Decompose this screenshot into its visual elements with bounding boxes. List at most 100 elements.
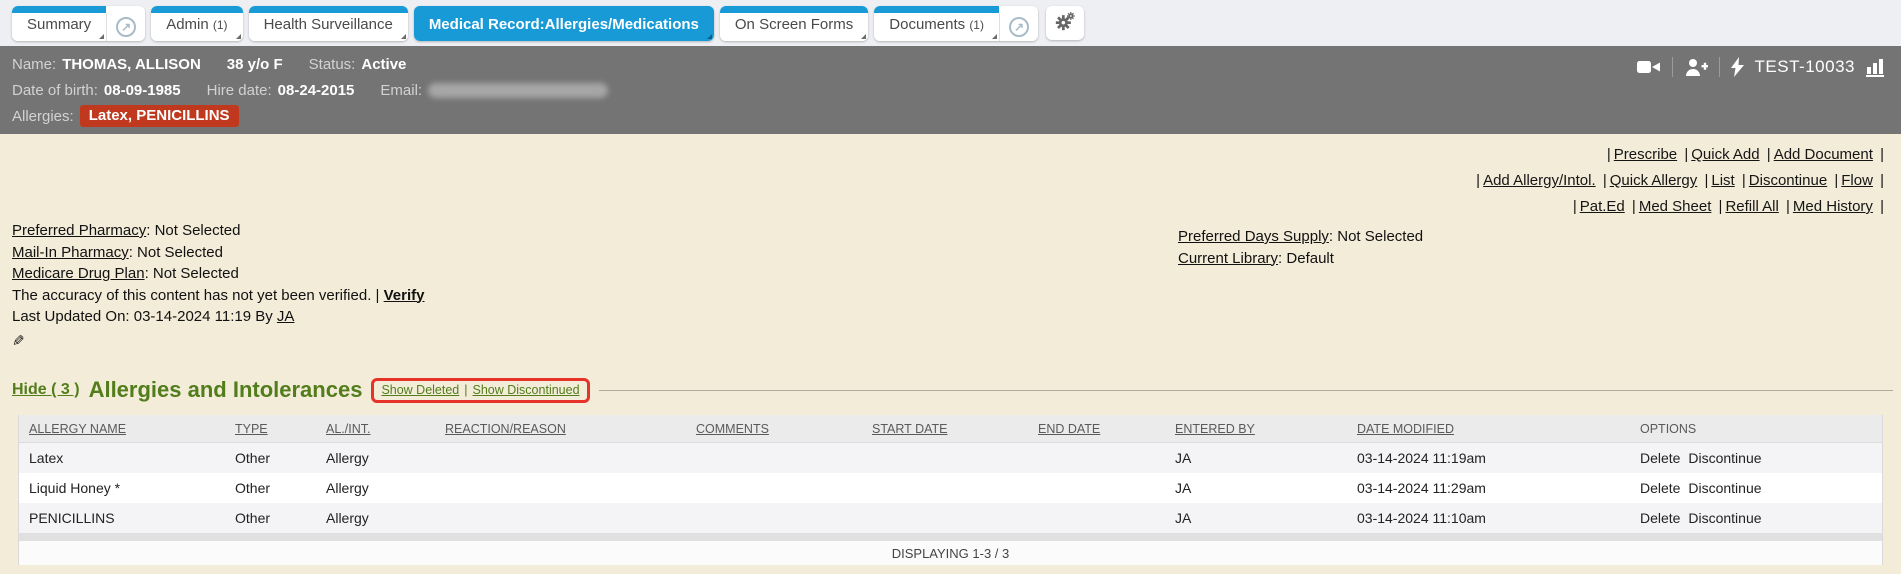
col-type[interactable]: TYPE bbox=[235, 422, 268, 436]
email-redacted-value bbox=[428, 83, 608, 98]
medicare-drug-plan-value: Not Selected bbox=[153, 265, 239, 282]
accuracy-notice: The accuracy of this content has not yet… bbox=[12, 287, 371, 304]
discontinue-option[interactable]: Discontinue bbox=[1688, 510, 1761, 526]
tab-medical-label: Medical Record:Allergies/Medications bbox=[429, 16, 699, 33]
documents-popout-button[interactable]: ↗ bbox=[999, 13, 1038, 41]
col-start-date[interactable]: START DATE bbox=[872, 422, 947, 436]
discontinue-link[interactable]: Discontinue bbox=[1749, 172, 1827, 189]
tab-documents[interactable]: Documents (1) bbox=[874, 6, 999, 41]
summary-popout-button[interactable]: ↗ bbox=[106, 13, 145, 41]
allergy-name-cell: PENICILLINS bbox=[19, 510, 235, 526]
list-link[interactable]: List bbox=[1711, 172, 1734, 189]
preferred-pharmacy-link[interactable]: Preferred Pharmacy bbox=[12, 222, 146, 239]
tab-health-surveillance[interactable]: Health Surveillance bbox=[249, 6, 408, 41]
preferred-pharmacy-row: Preferred Pharmacy: Not Selected bbox=[12, 220, 425, 242]
col-al-int[interactable]: AL./INT. bbox=[326, 422, 370, 436]
med-sheet-link[interactable]: Med Sheet bbox=[1639, 198, 1712, 215]
prescribe-link[interactable]: Prescribe bbox=[1614, 146, 1677, 163]
hide-section-link[interactable]: Hide ( 3 ) bbox=[12, 381, 80, 399]
delete-option[interactable]: Delete bbox=[1640, 510, 1680, 526]
add-document-link[interactable]: Add Document bbox=[1774, 146, 1873, 163]
video-camera-icon[interactable] bbox=[1637, 58, 1661, 76]
last-updated-by-link[interactable]: JA bbox=[277, 308, 295, 325]
quick-allergy-link[interactable]: Quick Allergy bbox=[1610, 172, 1698, 189]
col-entered-by[interactable]: ENTERED BY bbox=[1175, 422, 1255, 436]
table-footer-divider bbox=[19, 533, 1882, 541]
name-label: Name: bbox=[12, 56, 56, 73]
tab-medical-record-allergies-medications[interactable]: Medical Record:Allergies/Medications bbox=[414, 6, 714, 41]
patient-line-2: Date of birth: 08-09-1985 Hire date: 08-… bbox=[12, 77, 1887, 103]
quick-add-link[interactable]: Quick Add bbox=[1691, 146, 1759, 163]
medicare-drug-plan-row: Medicare Drug Plan: Not Selected bbox=[12, 263, 425, 285]
col-allergy-name[interactable]: ALLERGY NAME bbox=[29, 422, 126, 436]
tab-summary[interactable]: Summary bbox=[12, 6, 106, 41]
allergy-alert-badge: Latex, PENICILLINS bbox=[80, 105, 239, 127]
tab-admin-count: (1) bbox=[213, 18, 228, 32]
current-library-link[interactable]: Current Library bbox=[1178, 250, 1278, 267]
mailin-pharmacy-value: Not Selected bbox=[137, 244, 223, 261]
lightning-icon[interactable] bbox=[1731, 57, 1744, 77]
allergies-table: ALLERGY NAME TYPE AL./INT. REACTION/REAS… bbox=[18, 415, 1883, 565]
accuracy-row: The accuracy of this content has not yet… bbox=[12, 285, 425, 307]
col-end-date[interactable]: END DATE bbox=[1038, 422, 1100, 436]
delete-option[interactable]: Delete bbox=[1640, 450, 1680, 466]
bar-chart-icon[interactable] bbox=[1866, 57, 1887, 77]
medicare-drug-plan-link[interactable]: Medicare Drug Plan bbox=[12, 265, 145, 282]
preferred-days-supply-value: Not Selected bbox=[1337, 228, 1423, 245]
discontinue-option[interactable]: Discontinue bbox=[1688, 450, 1761, 466]
patient-id: TEST-10033 bbox=[1755, 57, 1855, 77]
preferred-days-supply-row: Preferred Days Supply: Not Selected bbox=[1178, 226, 1423, 248]
supply-library-block: Preferred Days Supply: Not Selected Curr… bbox=[1178, 226, 1423, 269]
settings-button[interactable] bbox=[1046, 6, 1084, 40]
patient-age-sex: 38 y/o F bbox=[227, 56, 283, 73]
patient-dob: 08-09-1985 bbox=[104, 82, 181, 99]
section-divider-line bbox=[599, 390, 1893, 391]
gear-icon bbox=[1055, 11, 1075, 36]
tab-group-documents: Documents (1) ↗ bbox=[874, 6, 1038, 41]
pat-ed-link[interactable]: Pat.Ed bbox=[1580, 198, 1625, 215]
refill-all-link[interactable]: Refill All bbox=[1725, 198, 1778, 215]
email-label: Email: bbox=[380, 82, 422, 99]
section-title: Allergies and Intolerances bbox=[89, 377, 363, 403]
popout-icon: ↗ bbox=[1009, 17, 1029, 37]
show-discontinued-link[interactable]: Show Discontinued bbox=[473, 383, 580, 397]
preferred-pharmacy-value: Not Selected bbox=[155, 222, 241, 239]
tab-admin[interactable]: Admin (1) bbox=[151, 6, 242, 41]
last-updated-row: Last Updated On: 03-14-2024 11:19 By JA bbox=[12, 306, 425, 328]
tab-on-screen-forms[interactable]: On Screen Forms bbox=[720, 6, 868, 41]
delete-option[interactable]: Delete bbox=[1640, 480, 1680, 496]
med-history-link[interactable]: Med History bbox=[1793, 198, 1873, 215]
tab-summary-label: Summary bbox=[27, 16, 91, 33]
dob-label: Date of birth: bbox=[12, 82, 98, 99]
add-person-icon[interactable] bbox=[1684, 58, 1708, 77]
mailin-pharmacy-row: Mail-In Pharmacy: Not Selected bbox=[12, 242, 425, 264]
patient-header-bar: Name: THOMAS, ALLISON 38 y/o F Status: A… bbox=[0, 46, 1901, 134]
status-label: Status: bbox=[309, 56, 356, 73]
mailin-pharmacy-link[interactable]: Mail-In Pharmacy bbox=[12, 244, 129, 261]
col-options: OPTIONS bbox=[1640, 422, 1696, 436]
divider bbox=[1719, 57, 1720, 77]
action-links-row-1: |Prescribe |Quick Add |Add Document | bbox=[1473, 142, 1887, 168]
discontinue-option[interactable]: Discontinue bbox=[1688, 480, 1761, 496]
add-allergy-intol-link[interactable]: Add Allergy/Intol. bbox=[1483, 172, 1596, 189]
table-row: Liquid Honey * Other Allergy JA 03-14-20… bbox=[19, 473, 1882, 503]
preferred-days-supply-link[interactable]: Preferred Days Supply bbox=[1178, 228, 1329, 245]
patient-status: Active bbox=[361, 56, 406, 73]
patient-name: THOMAS, ALLISON bbox=[62, 56, 201, 73]
verify-link[interactable]: Verify bbox=[384, 287, 425, 304]
divider bbox=[1672, 57, 1673, 77]
current-library-row: Current Library: Default bbox=[1178, 248, 1423, 270]
col-date-modified[interactable]: DATE MODIFIED bbox=[1357, 422, 1454, 436]
allergies-label: Allergies: bbox=[12, 108, 74, 125]
current-library-value: Default bbox=[1286, 250, 1334, 267]
col-comments[interactable]: COMMENTS bbox=[696, 422, 769, 436]
col-reaction-reason[interactable]: REACTION/REASON bbox=[445, 422, 566, 436]
pharmacy-info-block: Preferred Pharmacy: Not Selected Mail-In… bbox=[12, 220, 425, 352]
last-updated-text: Last Updated On: 03-14-2024 11:19 By bbox=[12, 308, 273, 325]
flow-link[interactable]: Flow bbox=[1841, 172, 1873, 189]
tab-documents-count: (1) bbox=[969, 18, 984, 32]
edit-pencil-icon[interactable]: ✎ bbox=[12, 331, 25, 353]
show-deleted-link[interactable]: Show Deleted bbox=[381, 383, 459, 397]
show-links-annotation-box: Show Deleted | Show Discontinued bbox=[371, 378, 589, 403]
tab-health-label: Health Surveillance bbox=[264, 16, 393, 33]
